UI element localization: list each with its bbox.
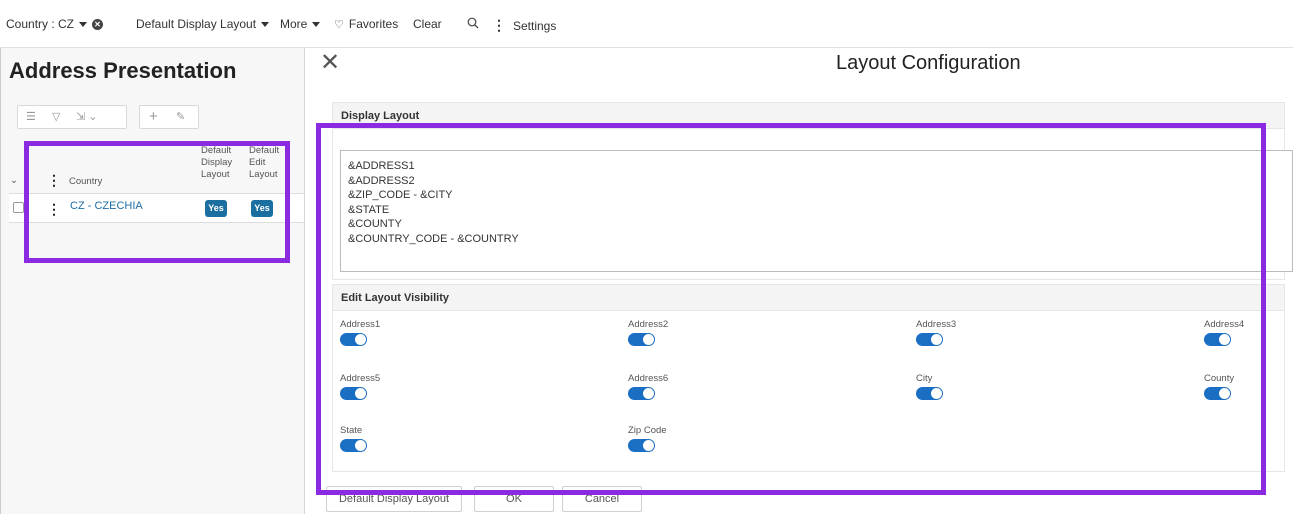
row-checkbox[interactable] xyxy=(13,202,24,213)
clear-label: Clear xyxy=(413,17,442,31)
visibility-address1: Address1 xyxy=(340,319,380,346)
country-link[interactable]: CZ - CZECHIA xyxy=(70,200,143,212)
layout-line: &STATE xyxy=(348,203,390,216)
toggle-label: Address5 xyxy=(340,373,381,384)
county-toggle[interactable] xyxy=(1204,387,1231,400)
edit-icon[interactable]: ✎ xyxy=(176,106,185,128)
display-layout-header: Display Layout xyxy=(333,103,1284,129)
address2-toggle[interactable] xyxy=(628,333,655,346)
zip-code-toggle[interactable] xyxy=(628,439,655,452)
address1-toggle[interactable] xyxy=(340,333,367,346)
toggle-label: Address1 xyxy=(340,319,381,330)
visibility-address6: Address6 xyxy=(628,373,668,400)
state-toggle[interactable] xyxy=(340,439,367,452)
address3-toggle[interactable] xyxy=(916,333,943,346)
edit-visibility-header: Edit Layout Visibility xyxy=(333,285,1284,311)
address-presentation-page: Address Presentation ☰ ▽ ⇲ ⌄ + ✎ ⌄ ⋮ Cou… xyxy=(0,48,305,514)
search-icon xyxy=(467,17,479,29)
column-default-edit-layout-line3[interactable]: Layout xyxy=(249,169,278,180)
toggle-label: Address3 xyxy=(916,319,957,330)
toggle-label: Address2 xyxy=(628,319,669,330)
chevron-down-icon xyxy=(261,21,270,27)
visibility-zip-code: Zip Code xyxy=(628,425,667,452)
visibility-address4: Address4 xyxy=(1204,319,1244,346)
column-country[interactable]: Country xyxy=(69,176,102,187)
toggle-label: County xyxy=(1204,373,1235,384)
table-row[interactable]: ⋮ CZ - CZECHIA Yes Yes xyxy=(9,193,304,223)
visibility-address2: Address2 xyxy=(628,319,668,346)
layout-line: &ADDRESS1 xyxy=(348,160,415,172)
cancel-button[interactable]: Cancel xyxy=(562,486,642,512)
default-display-layout-badge: Yes xyxy=(205,200,227,217)
address4-toggle[interactable] xyxy=(1204,333,1231,346)
top-toolbar: Country : CZ ✕ Default Display Layout Mo… xyxy=(0,0,1293,48)
default-edit-layout-badge: Yes xyxy=(251,200,273,217)
row-menu-icon[interactable]: ⋮ xyxy=(47,202,61,216)
default-display-layout-button[interactable]: Default Display Layout xyxy=(326,486,462,512)
visibility-address5: Address5 xyxy=(340,373,380,400)
edit-layout-visibility-section: Edit Layout Visibility xyxy=(332,284,1285,472)
page-title: Address Presentation xyxy=(9,58,237,83)
select-all-chevron-icon[interactable]: ⌄ xyxy=(10,175,18,186)
chevron-down-icon xyxy=(79,21,88,27)
layout-line: &ADDRESS2 xyxy=(348,174,415,187)
grid-toolbar: ☰ ▽ ⇲ ⌄ + ✎ xyxy=(9,100,309,130)
add-icon[interactable]: + xyxy=(149,106,158,128)
clear-button[interactable]: Clear xyxy=(413,17,442,31)
column-default-display-layout-line1[interactable]: Default xyxy=(201,145,231,156)
dialog-title: Layout Configuration xyxy=(836,52,1021,74)
grid-edit-group: + ✎ xyxy=(139,105,199,129)
heart-icon: ♡ xyxy=(334,17,344,31)
ok-button[interactable]: OK xyxy=(474,486,554,512)
visibility-city: City xyxy=(916,373,943,400)
clear-filter-icon[interactable]: ✕ xyxy=(92,18,104,30)
search-button[interactable] xyxy=(467,17,479,29)
city-toggle[interactable] xyxy=(916,387,943,400)
column-default-display-layout-line2[interactable]: Display xyxy=(201,157,232,168)
filter-icon[interactable]: ▽ xyxy=(52,106,60,128)
toggle-label: State xyxy=(340,425,363,436)
column-default-edit-layout-line2[interactable]: Edit xyxy=(249,157,265,168)
layout-line: &ZIP_CODE - &CITY xyxy=(348,189,453,202)
country-filter-label: Country : CZ xyxy=(6,17,75,31)
more-menu-label: More xyxy=(280,17,308,31)
close-icon[interactable]: ✕ xyxy=(320,50,340,74)
row-menu-header-icon: ⋮ xyxy=(47,172,61,188)
layout-configuration-dialog: ✕ Layout Configuration Display Layout &A… xyxy=(306,48,1293,514)
display-layout-textarea[interactable]: &ADDRESS1 &ADDRESS2 &ZIP_CODE - &CITY &S… xyxy=(340,150,1293,272)
country-filter-chip[interactable]: Country : CZ ✕ xyxy=(6,17,104,31)
settings-label: Settings xyxy=(513,18,557,33)
chevron-down-icon xyxy=(312,21,321,27)
toggle-label: City xyxy=(916,373,933,384)
layout-menu-label: Default Display Layout xyxy=(136,17,257,31)
settings-button[interactable]: ⋮ Settings xyxy=(492,17,556,34)
more-menu[interactable]: More xyxy=(280,17,321,31)
visibility-address3: Address3 xyxy=(916,319,956,346)
favorites-label: Favorites xyxy=(348,17,399,31)
toggle-label: Address6 xyxy=(628,373,669,384)
visibility-state: State xyxy=(340,425,367,452)
address6-toggle[interactable] xyxy=(628,387,655,400)
address5-toggle[interactable] xyxy=(340,387,367,400)
column-default-display-layout-line3[interactable]: Layout xyxy=(201,169,230,180)
toggle-label: Zip Code xyxy=(628,425,667,436)
export-icon[interactable]: ⇲ ⌄ xyxy=(76,106,98,128)
toggle-label: Address4 xyxy=(1204,319,1245,330)
layout-line: &COUNTY xyxy=(348,218,402,231)
grid-tool-group: ☰ ▽ ⇲ ⌄ xyxy=(17,105,127,129)
list-icon[interactable]: ☰ xyxy=(26,106,36,128)
column-default-edit-layout-line1[interactable]: Default xyxy=(249,145,279,156)
kebab-icon: ⋮ xyxy=(492,17,506,33)
favorites-button[interactable]: ♡ Favorites xyxy=(334,17,398,31)
grid-header: ⌄ ⋮ Country Default Display Layout Defau… xyxy=(9,143,304,193)
layout-menu[interactable]: Default Display Layout xyxy=(136,17,270,31)
layout-line: &COUNTRY_CODE - &COUNTRY xyxy=(348,232,519,245)
visibility-county: County xyxy=(1204,373,1234,400)
